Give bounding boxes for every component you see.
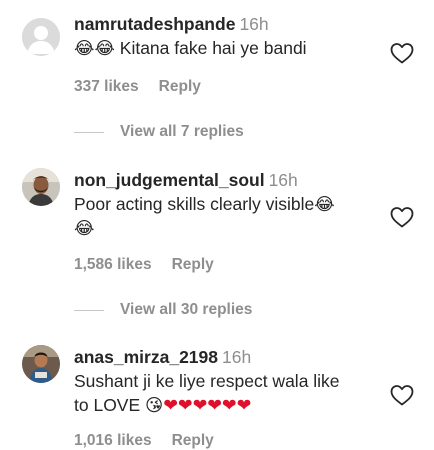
avatar[interactable] (22, 168, 60, 206)
comment-text-body: Poor acting skills clearly visible (74, 194, 315, 214)
divider-line (74, 131, 104, 133)
view-replies-button[interactable]: View all 30 replies (74, 301, 252, 319)
comment-text-line2: to LOVE 😘❤❤❤❤❤❤ (74, 393, 378, 418)
comment-text: 😂😂 Kitana fake hai ye bandi (74, 36, 378, 61)
comment-meta: 337 likes Reply (74, 78, 221, 96)
comment-text-line2: 😂 (74, 219, 95, 239)
like-heart-icon[interactable] (390, 384, 414, 406)
comment-text-body: to LOVE (74, 395, 146, 415)
avatar[interactable] (22, 18, 60, 56)
comment-meta: 1,586 likes Reply (74, 256, 234, 274)
reply-button[interactable]: Reply (172, 256, 214, 273)
comment-text: Sushant ji ke liye respect wala like (74, 371, 340, 391)
view-replies-label: View all 30 replies (120, 301, 253, 318)
timestamp: 16h (239, 14, 269, 34)
profile-photo-icon (22, 345, 60, 383)
comment-header: non_judgemental_soul 16h (74, 168, 378, 192)
profile-photo-icon (22, 168, 60, 206)
likes-count[interactable]: 1,586 likes (74, 256, 152, 273)
username[interactable]: namrutadeshpande (74, 14, 235, 34)
default-avatar-icon (22, 18, 60, 56)
likes-count[interactable]: 337 likes (74, 78, 139, 95)
username[interactable]: anas_mirza_2198 (74, 347, 218, 367)
like-heart-icon[interactable] (390, 42, 414, 64)
like-heart-icon[interactable] (390, 206, 414, 228)
comment-header: anas_mirza_2198 16h (74, 345, 378, 369)
red-hearts-emoji: ❤❤❤❤❤❤ (163, 396, 252, 416)
divider-line (74, 309, 104, 311)
view-replies-label: View all 7 replies (120, 123, 244, 140)
comment-text: Poor acting skills clearly visible😂 (74, 192, 378, 217)
kiss-emoji: 😘 (145, 396, 164, 416)
view-replies-button[interactable]: View all 7 replies (74, 123, 244, 141)
laughing-emoji: 😂 (314, 195, 335, 215)
username[interactable]: non_judgemental_soul (74, 170, 265, 190)
reply-button[interactable]: Reply (172, 432, 214, 449)
avatar[interactable] (22, 345, 60, 383)
timestamp: 16h (222, 347, 252, 367)
timestamp: 16h (268, 170, 298, 190)
comment-meta: 1,016 likes Reply (74, 432, 234, 450)
comment-text-body: Kitana fake hai ye bandi (114, 38, 307, 58)
reply-button[interactable]: Reply (159, 78, 201, 95)
laughing-emoji: 😂😂 (74, 39, 115, 59)
comment-header: namrutadeshpande 16h (74, 12, 378, 36)
likes-count[interactable]: 1,016 likes (74, 432, 152, 449)
